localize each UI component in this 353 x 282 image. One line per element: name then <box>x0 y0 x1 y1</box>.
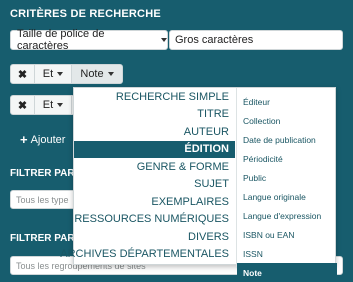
menu-field-item[interactable]: Langue originale <box>237 187 337 206</box>
type-filter-placeholder: Tous les type <box>16 194 69 205</box>
operator-select[interactable]: Et <box>34 64 72 84</box>
chevron-down-icon <box>57 72 64 76</box>
add-criterion-label: Ajouter <box>30 133 66 146</box>
operator-label: Et <box>42 68 54 80</box>
menu-field-item[interactable]: Langue d'expression <box>237 206 337 225</box>
field-list: Éditeur Collection Date de publication Péri… <box>236 88 337 282</box>
chevron-down-icon <box>57 103 64 107</box>
menu-category-item[interactable]: SUJET <box>74 176 235 194</box>
menu-field-item[interactable]: ISSN <box>237 244 337 263</box>
menu-field-item[interactable]: Éditeur <box>237 92 337 111</box>
criteria-value-text: Gros caractères <box>175 34 254 46</box>
criteria-type-label: Taille de police de caractères <box>17 28 105 52</box>
remove-criterion-button-2[interactable]: ✖ <box>10 95 35 115</box>
menu-field-item[interactable]: Note <box>237 263 337 282</box>
add-criterion-button[interactable]: + Ajouter <box>20 132 65 147</box>
menu-category-item[interactable]: RESSOURCES NUMÉRIQUES <box>74 211 235 229</box>
chevron-down-icon <box>161 38 167 42</box>
menu-field-item[interactable]: Périodicité <box>237 149 337 168</box>
menu-category-item[interactable]: AUTEUR <box>74 123 235 141</box>
menu-category-item[interactable]: ÉDITION <box>74 140 235 158</box>
criteria-type-select[interactable]: Taille de police de caractères <box>10 28 168 52</box>
filter-section-title-2: FILTRER PAR <box>10 233 75 244</box>
menu-category-item[interactable]: RECHERCHE SIMPLE <box>74 88 235 106</box>
menu-category-item[interactable]: TITRE <box>74 106 235 124</box>
close-icon: ✖ <box>17 99 28 112</box>
menu-field-item[interactable]: Date de publication <box>237 130 337 149</box>
menu-category-item[interactable]: ARCHIVES DÉPARTEMENTALES <box>60 246 235 264</box>
menu-field-item[interactable]: Collection <box>237 111 337 130</box>
menu-field-item[interactable]: Public <box>237 168 337 187</box>
remove-criterion-button[interactable]: ✖ <box>10 64 35 84</box>
operator-select-2[interactable]: Et <box>34 95 72 115</box>
chevron-down-icon <box>107 72 114 76</box>
field-select[interactable]: Note <box>71 64 123 84</box>
field-label: Note <box>80 68 104 80</box>
menu-category-item[interactable]: DIVERS <box>74 228 235 246</box>
menu-category-item[interactable]: EXEMPLAIRES <box>74 193 235 211</box>
criteria-value-input[interactable]: Gros caractères <box>169 30 343 50</box>
category-list: RECHERCHE SIMPLE TITRE AUTEUR ÉDITION GENRE … <box>60 88 235 264</box>
field-dropdown-menu: RECHERCHE SIMPLE TITRE AUTEUR ÉDITION GENRE … <box>60 87 337 282</box>
plus-icon: + <box>20 132 28 147</box>
close-icon: ✖ <box>17 68 28 81</box>
filter-section-title: FILTRER PAR <box>10 168 75 179</box>
menu-category-item[interactable]: GENRE & FORME <box>74 158 235 176</box>
type-filter-input[interactable]: Tous les type <box>10 190 80 209</box>
operator-label-2: Et <box>42 99 54 111</box>
menu-field-item[interactable]: ISBN ou EAN <box>237 225 337 244</box>
criteria-title: CRITÈRES DE RECHERCHE <box>10 8 161 20</box>
